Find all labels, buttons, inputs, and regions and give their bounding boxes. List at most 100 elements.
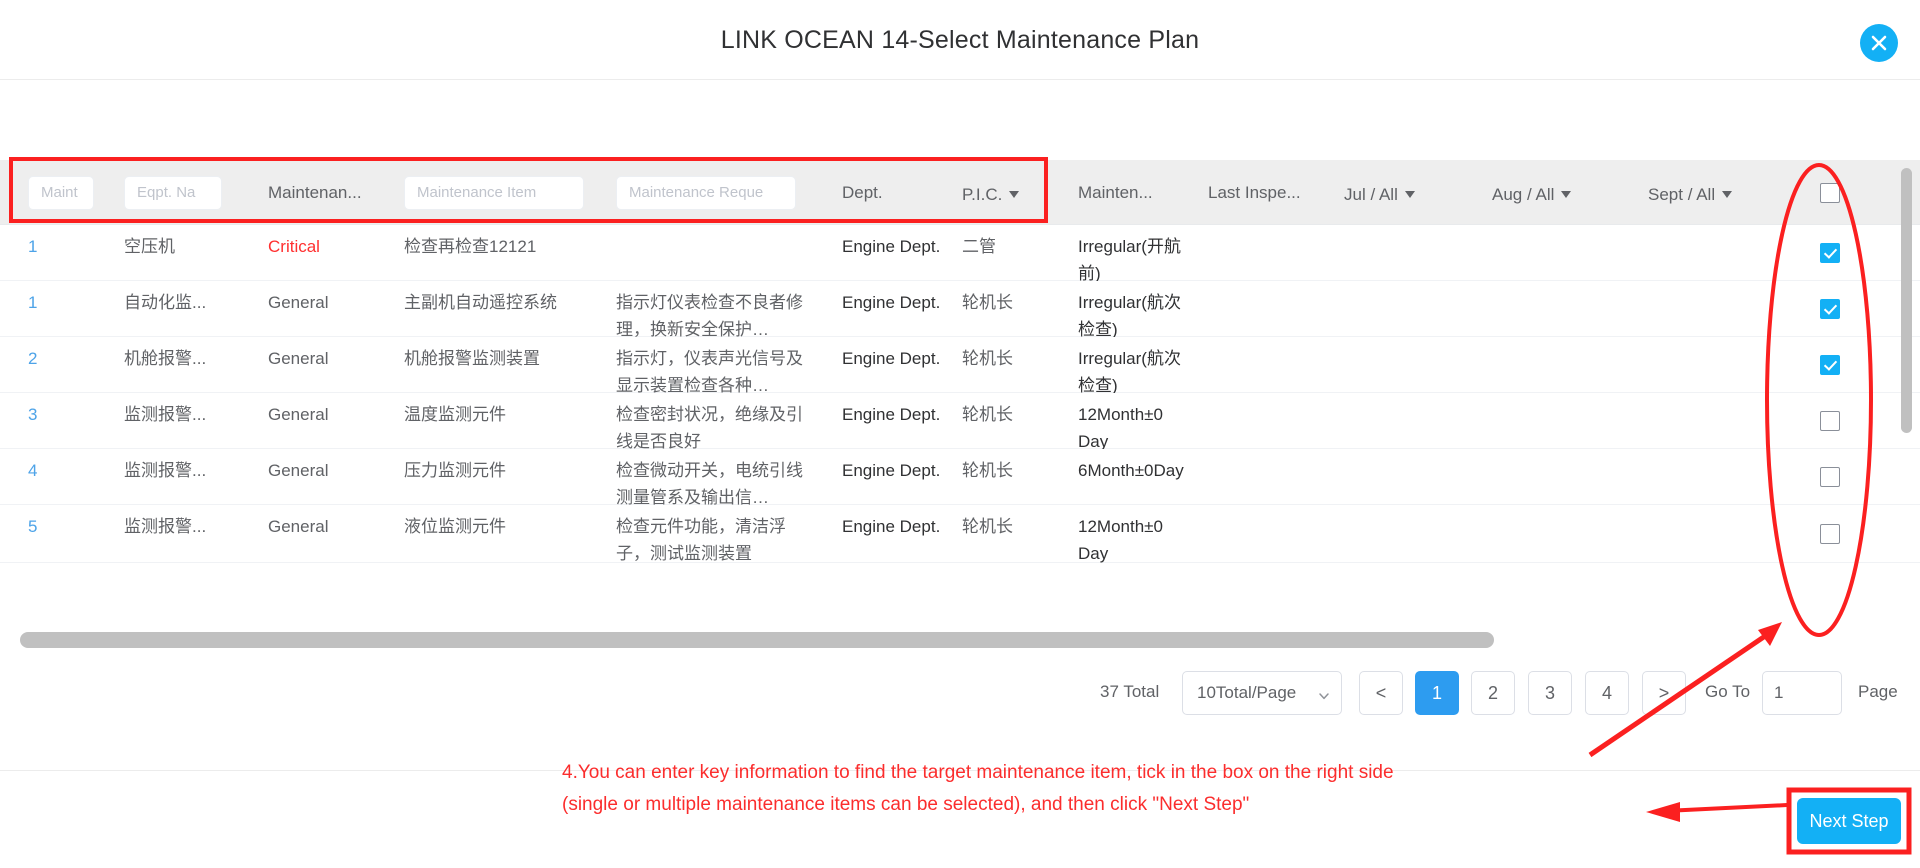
maintenance-table: Maint Eqpt. Na Maintenan... Maintenance Ite… [0, 160, 1920, 640]
filter-input-item[interactable]: Maintenance Item [404, 176, 584, 210]
cell-dept: Engine Dept. [842, 517, 941, 536]
row-select-checkbox[interactable] [1800, 337, 1860, 393]
cell-interval: Irregular(航次检查) [1078, 349, 1181, 395]
cell-index: 3 [28, 405, 38, 424]
sort-caret-icon[interactable] [1404, 160, 1415, 225]
column-header-interval: Mainten... [1078, 160, 1188, 225]
cell-item: 主副机自动遥控系统 [404, 293, 557, 312]
pagination-page-4[interactable]: 4 [1585, 671, 1629, 715]
column-header-sept[interactable]: Sept / All [1648, 160, 1768, 225]
cell-index: 4 [28, 461, 38, 480]
page-size-select[interactable]: 10Total/Page [1182, 671, 1342, 715]
table-row[interactable]: 4 监测报警... General 压力监测元件 检查微动开关，电统引线测量管系及输出信… [0, 449, 1920, 507]
row-select-box [1820, 243, 1840, 263]
row-select-box [1820, 355, 1840, 375]
column-header-last: Last Inspe... [1208, 160, 1323, 225]
sort-caret-icon[interactable] [1561, 160, 1572, 225]
pagination-page-1[interactable]: 1 [1415, 671, 1459, 715]
cell-pic: 轮机长 [962, 517, 1013, 536]
select-all-checkbox[interactable] [1800, 160, 1860, 225]
cell-pic: 轮机长 [962, 461, 1013, 480]
pagination-goto-label: Go To [1705, 682, 1751, 701]
cell-item: 液位监测元件 [404, 517, 506, 536]
pagination-page-label: Page [1858, 682, 1898, 701]
sort-caret-icon[interactable] [1722, 160, 1733, 225]
column-header-label: Aug / All [1492, 185, 1555, 204]
cell-eqpt: 监测报警... [124, 461, 207, 480]
close-icon[interactable] [1860, 24, 1898, 62]
column-header-pic[interactable]: P.I.C. [962, 160, 1044, 225]
cell-interval: 12Month±0 Day [1078, 517, 1163, 563]
column-header-label: Maintenan... [268, 183, 362, 202]
table-body: 1 空压机 Critical 检查再检查12121 Engine Dept. 二管 Irre… [0, 225, 1920, 610]
cell-pic: 轮机长 [962, 349, 1013, 368]
cell-level: General [268, 293, 329, 312]
cell-request: 指示灯，仪表声光信号及显示装置检查各种… [616, 349, 803, 395]
column-header-label: Sept / All [1648, 185, 1716, 204]
table-vertical-scrollbar[interactable] [1901, 168, 1912, 568]
maintenance-plan-dialog: LINK OCEAN 14-Select Maintenance Plan 20… [0, 0, 1920, 868]
cell-interval: 12Month±0 Day [1078, 405, 1163, 451]
cell-dept: Engine Dept. [842, 349, 941, 368]
pagination-prev-button[interactable]: < [1359, 671, 1403, 715]
column-header-label: Jul / All [1344, 185, 1398, 204]
cell-eqpt: 监测报警... [124, 517, 207, 536]
cell-request: 指示灯仪表检查不良者修理，换新安全保护… [616, 293, 803, 339]
column-header-label: P.I.C. [962, 185, 1003, 204]
sort-caret-icon[interactable] [1009, 160, 1020, 225]
row-select-box [1820, 467, 1840, 487]
table-row[interactable]: 1 自动化监... General 主副机自动遥控系统 指示灯仪表检查不良者修理，换新安… [0, 281, 1920, 339]
table-row[interactable]: 3 监测报警... General 温度监测元件 检查密封状况，绝缘及引线是否良好 Eng… [0, 393, 1920, 451]
row-select-checkbox[interactable] [1800, 505, 1860, 563]
instruction-annotation: 4.You can enter key information to find … [562, 762, 1394, 815]
filter-input-index[interactable]: Maint [28, 176, 94, 210]
pagination-goto-input[interactable]: 1 [1762, 671, 1842, 715]
table-row[interactable]: 5 监测报警... General 液位监测元件 检查元件功能，清洁浮子，测试监测装置 E… [0, 505, 1920, 563]
cell-index: 1 [28, 237, 38, 256]
table-row[interactable]: 2 机舱报警... General 机舱报警监测装置 指示灯，仪表声光信号及显示装置检查… [0, 337, 1920, 395]
table-horizontal-scrollbar[interactable] [20, 632, 1900, 648]
pagination-page-2[interactable]: 2 [1471, 671, 1515, 715]
cell-interval: Irregular(开航前) [1078, 237, 1181, 283]
column-header-level: Maintenan... [268, 160, 378, 225]
page-size-value: 10Total/Page [1197, 683, 1297, 702]
cell-pic: 二管 [962, 237, 996, 256]
row-select-box [1820, 411, 1840, 431]
cell-item: 机舱报警监测装置 [404, 349, 540, 368]
pagination-next-button[interactable]: > [1642, 671, 1686, 715]
filter-input-eqpt[interactable]: Eqpt. Na [124, 176, 222, 210]
row-select-checkbox[interactable] [1800, 225, 1860, 281]
pagination-bar: 37 Total 10Total/Page < 1 2 3 4 > Go To … [0, 660, 1920, 730]
pagination-total: 37 Total [1100, 682, 1160, 701]
row-select-checkbox[interactable] [1800, 393, 1860, 449]
column-header-aug[interactable]: Aug / All [1492, 160, 1607, 225]
page-title: LINK OCEAN 14-Select Maintenance Plan [720, 26, 1200, 54]
cell-interval: 6Month±0Day [1078, 461, 1184, 480]
cell-level: General [268, 517, 329, 536]
table-horizontal-scroll-thumb[interactable] [20, 632, 1494, 648]
cell-dept: Engine Dept. [842, 293, 941, 312]
cell-level: General [268, 461, 329, 480]
row-select-checkbox[interactable] [1800, 449, 1860, 505]
pagination-page-3[interactable]: 3 [1528, 671, 1572, 715]
cell-dept: Engine Dept. [842, 405, 941, 424]
cell-request: 检查密封状况，绝缘及引线是否良好 [616, 405, 803, 451]
column-header-label: Dept. [842, 183, 883, 202]
row-select-checkbox[interactable] [1800, 281, 1860, 337]
cell-pic: 轮机长 [962, 405, 1013, 424]
cell-item: 检查再检查12121 [404, 237, 537, 256]
cell-dept: Engine Dept. [842, 461, 941, 480]
table-row[interactable]: 1 空压机 Critical 检查再检查12121 Engine Dept. 二管 Irre… [0, 225, 1920, 283]
column-header-jul[interactable]: Jul / All [1344, 160, 1459, 225]
cell-interval: Irregular(航次检查) [1078, 293, 1181, 339]
next-step-button[interactable]: Next Step [1797, 798, 1901, 844]
cell-pic: 轮机长 [962, 293, 1013, 312]
table-vertical-scroll-thumb[interactable] [1901, 168, 1912, 433]
column-header-label: Last Inspe... [1208, 183, 1301, 202]
dialog-titlebar: LINK OCEAN 14-Select Maintenance Plan [0, 0, 1920, 80]
cell-eqpt: 监测报警... [124, 405, 207, 424]
filter-input-request[interactable]: Maintenance Reque [616, 176, 796, 210]
chevron-down-icon [1318, 687, 1330, 700]
cell-request: 检查元件功能，清洁浮子，测试监测装置 [616, 517, 786, 563]
column-header-label: Mainten... [1078, 183, 1153, 202]
